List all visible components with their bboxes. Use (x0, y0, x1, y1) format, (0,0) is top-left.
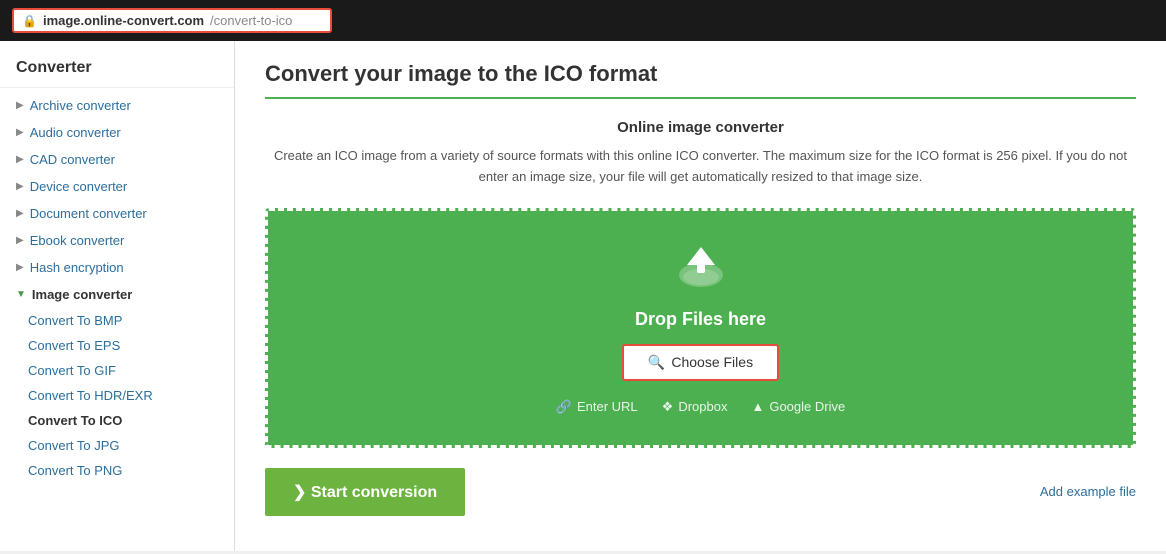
sub-item-label: Convert To EPS (28, 338, 120, 353)
sub-item-label: Convert To ICO (28, 413, 122, 428)
sidebar-sub-gif[interactable]: Convert To GIF (0, 358, 234, 383)
sub-item-label: Convert To HDR/EXR (28, 388, 153, 403)
sidebar-item-cad[interactable]: ▶ CAD converter (0, 146, 234, 173)
sidebar-item-image[interactable]: ▼ Image converter (0, 281, 234, 308)
sidebar-item-label: Hash encryption (30, 260, 124, 275)
drive-icon: ▲ (751, 399, 764, 414)
arrow-icon: ▶ (16, 127, 24, 138)
sidebar-item-audio[interactable]: ▶ Audio converter (0, 119, 234, 146)
arrow-icon: ▶ (16, 262, 24, 273)
sidebar-title: Converter (0, 51, 234, 88)
sidebar-item-archive[interactable]: ▶ Archive converter (0, 92, 234, 119)
converter-subtitle: Online image converter (265, 119, 1136, 136)
enter-url-option[interactable]: 🔗 Enter URL (556, 399, 638, 415)
arrow-icon: ▶ (16, 208, 24, 219)
sidebar-item-ebook[interactable]: ▶ Ebook converter (0, 227, 234, 254)
sub-item-label: Convert To GIF (28, 363, 116, 378)
address-field[interactable]: 🔒 image.online-convert.com /convert-to-i… (12, 8, 332, 33)
arrow-icon: ▶ (16, 100, 24, 111)
sidebar-sub-eps[interactable]: Convert To EPS (0, 333, 234, 358)
sidebar-item-label: Document converter (30, 206, 147, 221)
arrow-icon: ▶ (16, 181, 24, 192)
sidebar-item-label: Audio converter (30, 125, 121, 140)
converter-description: Create an ICO image from a variety of so… (265, 146, 1136, 188)
arrow-icon: ▶ (16, 154, 24, 165)
page-title: Convert your image to the ICO format (265, 61, 1136, 87)
start-conversion-button[interactable]: ❯ Start conversion (265, 468, 465, 516)
address-domain: image.online-convert.com (43, 13, 204, 28)
sidebar-sub-jpg[interactable]: Convert To JPG (0, 433, 234, 458)
sub-item-label: Convert To BMP (28, 313, 122, 328)
sidebar-sub-png[interactable]: Convert To PNG (0, 458, 234, 483)
arrow-down-icon: ▼ (16, 289, 26, 300)
sidebar-sub-hdr[interactable]: Convert To HDR/EXR (0, 383, 234, 408)
bottom-row: ❯ Start conversion Add example file (265, 468, 1136, 516)
dropbox-label: Dropbox (678, 399, 727, 414)
title-divider (265, 97, 1136, 99)
sidebar-item-label: Image converter (32, 287, 132, 302)
sidebar-item-hash[interactable]: ▶ Hash encryption (0, 254, 234, 281)
sidebar-item-label: Device converter (30, 179, 128, 194)
upload-cloud-icon (288, 241, 1113, 301)
sidebar-item-device[interactable]: ▶ Device converter (0, 173, 234, 200)
dropbox-option[interactable]: ❖ Dropbox (662, 399, 728, 415)
sub-item-label: Convert To PNG (28, 463, 122, 478)
lock-icon: 🔒 (22, 14, 37, 28)
sidebar-item-label: Archive converter (30, 98, 131, 113)
link-icon: 🔗 (556, 399, 572, 415)
extra-options: 🔗 Enter URL ❖ Dropbox ▲ Google Drive (288, 399, 1113, 415)
description-box: Online image converter Create an ICO ima… (265, 119, 1136, 188)
search-icon: 🔍 (648, 354, 665, 371)
sub-item-label: Convert To JPG (28, 438, 120, 453)
choose-files-button[interactable]: 🔍 Choose Files (622, 344, 779, 381)
address-bar: 🔒 image.online-convert.com /convert-to-i… (0, 0, 1166, 41)
arrow-icon: ▶ (16, 235, 24, 246)
start-button-label: ❯ Start conversion (293, 482, 437, 502)
address-path: /convert-to-ico (210, 13, 292, 28)
google-drive-label: Google Drive (769, 399, 845, 414)
google-drive-option[interactable]: ▲ Google Drive (751, 399, 845, 415)
sidebar-sub-bmp[interactable]: Convert To BMP (0, 308, 234, 333)
sidebar-sub-ico[interactable]: Convert To ICO (0, 408, 234, 433)
sidebar: Converter ▶ Archive converter ▶ Audio co… (0, 41, 235, 551)
enter-url-label: Enter URL (577, 399, 638, 414)
sidebar-item-label: CAD converter (30, 152, 115, 167)
content-area: Convert your image to the ICO format Onl… (235, 41, 1166, 551)
main-wrapper: Converter ▶ Archive converter ▶ Audio co… (0, 41, 1166, 551)
drop-files-text: Drop Files here (288, 309, 1113, 330)
add-example-link[interactable]: Add example file (1040, 484, 1136, 499)
sidebar-item-label: Ebook converter (30, 233, 125, 248)
choose-files-label: Choose Files (671, 354, 753, 370)
drop-zone[interactable]: Drop Files here 🔍 Choose Files 🔗 Enter U… (265, 208, 1136, 448)
sidebar-item-document[interactable]: ▶ Document converter (0, 200, 234, 227)
dropbox-icon: ❖ (662, 399, 674, 415)
